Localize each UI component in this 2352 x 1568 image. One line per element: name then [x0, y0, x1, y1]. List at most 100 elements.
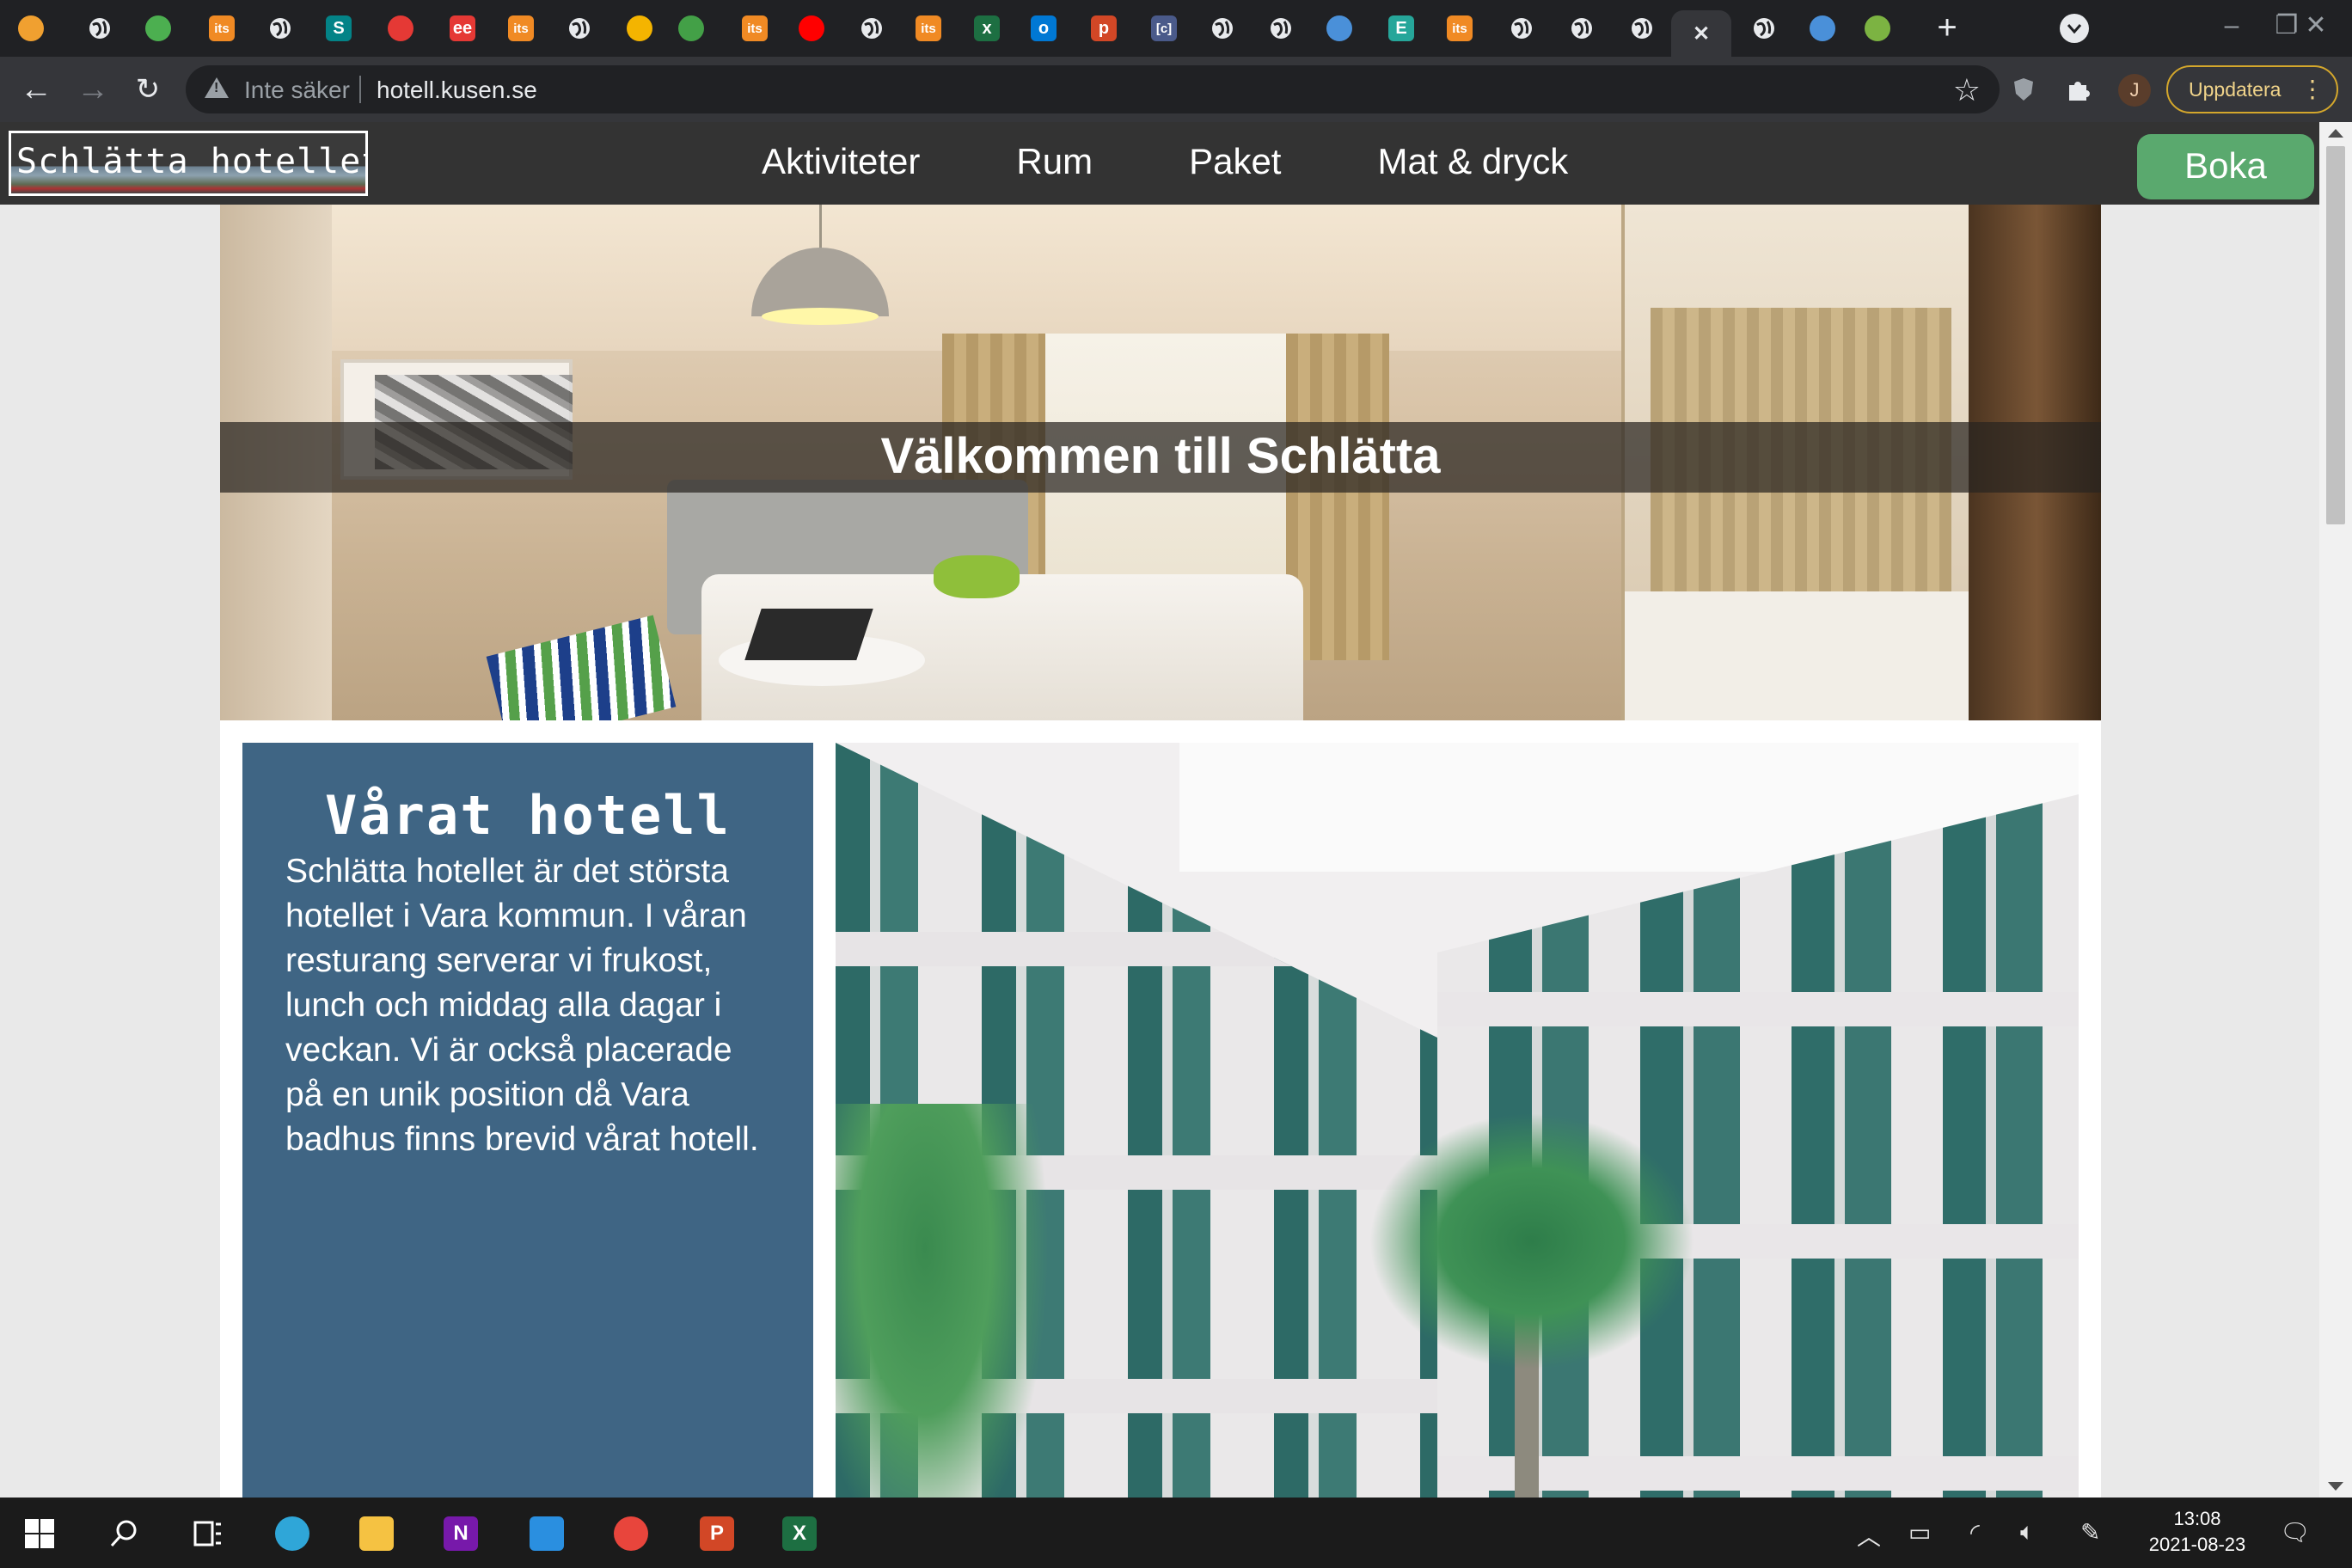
browser-tab[interactable]: its — [193, 10, 251, 46]
edge-icon-glyph — [275, 1516, 309, 1551]
browser-tab[interactable] — [662, 10, 720, 46]
browser-tab[interactable]: p — [1075, 10, 1133, 46]
browser-tab[interactable]: its — [726, 10, 784, 46]
battery-icon[interactable]: ▭ — [1908, 1518, 1931, 1547]
browser-tab[interactable] — [70, 10, 129, 46]
globe-icon — [267, 15, 293, 41]
browser-tab[interactable]: E — [1372, 10, 1430, 46]
browser-tab[interactable]: x — [958, 10, 1016, 46]
shield-extension-icon[interactable] — [2006, 72, 2041, 107]
reload-button[interactable]: ↻ — [129, 70, 167, 108]
pen-icon[interactable]: ✎ — [2080, 1518, 2100, 1547]
powerpoint-icon[interactable]: P — [696, 1513, 738, 1554]
site-logo[interactable]: Schlätta hotellet — [9, 131, 368, 196]
back-button[interactable]: ← — [17, 70, 55, 108]
nav-link-paket[interactable]: Paket — [1189, 122, 1281, 205]
wifi-icon[interactable]: ◜ — [1970, 1518, 1980, 1547]
page-scrollbar[interactable] — [2319, 122, 2352, 1498]
address-bar[interactable]: Inte säker hotell.kusen.se ☆ — [186, 65, 2000, 113]
powerpoint-icon: p — [1091, 15, 1117, 41]
browser-tab[interactable]: o — [1014, 10, 1073, 46]
browser-tab[interactable] — [1492, 10, 1551, 46]
nav-link-aktiviteter[interactable]: Aktiviteter — [762, 122, 920, 205]
browser-tab[interactable] — [129, 10, 187, 46]
scroll-up-arrow[interactable] — [2328, 129, 2343, 138]
check-icon — [1810, 15, 1835, 41]
url-text[interactable]: hotell.kusen.se — [377, 77, 537, 104]
system-clock[interactable]: 13:08 2021-08-23 — [2128, 1506, 2266, 1558]
e-icon: E — [1388, 15, 1414, 41]
security-label: Inte säker — [244, 77, 350, 103]
browser-tab[interactable]: its — [899, 10, 958, 46]
browser-tab[interactable] — [550, 10, 609, 46]
its-icon: its — [1447, 15, 1473, 41]
browser-tab[interactable]: [c] — [1135, 10, 1193, 46]
onenote-icon[interactable]: N — [440, 1513, 481, 1554]
browser-tab[interactable] — [251, 10, 309, 46]
browser-tab[interactable] — [842, 10, 901, 46]
browser-tab[interactable] — [1793, 10, 1852, 46]
browser-tab-strip: its See its its its x o p [c] Eits ✕ + – ❐ ✕ — [0, 0, 2352, 57]
redbadge-icon — [388, 15, 413, 41]
warning-icon — [205, 77, 229, 98]
its-icon: its — [209, 15, 235, 41]
profile-avatar[interactable]: J — [2118, 74, 2151, 107]
browser-tab[interactable] — [371, 10, 430, 46]
close-window-button[interactable]: ✕ — [2280, 7, 2352, 45]
scroll-down-arrow[interactable] — [2328, 1482, 2343, 1491]
browser-tab[interactable] — [1848, 10, 1907, 46]
book-button[interactable]: Boka — [2137, 134, 2314, 199]
globe-icon — [1268, 15, 1294, 41]
browser-tab[interactable] — [782, 10, 841, 46]
pinwheel-icon — [145, 15, 171, 41]
about-heading: Vårat hotell — [325, 784, 731, 847]
file-explorer-icon[interactable] — [356, 1513, 397, 1554]
chrome-icon[interactable] — [610, 1513, 652, 1554]
browser-tab[interactable]: ee — [433, 10, 492, 46]
excel-icon[interactable]: X — [779, 1513, 820, 1554]
chevron-down-icon — [2067, 24, 2082, 34]
browser-tab[interactable] — [1735, 10, 1793, 46]
image-icon — [678, 15, 704, 41]
browser-tab[interactable] — [1310, 10, 1369, 46]
nav-link-mat-dryck[interactable]: Mat & dryck — [1377, 122, 1568, 205]
browser-tab[interactable]: its — [1430, 10, 1489, 46]
logo-text: Schlätta hotellet — [16, 142, 368, 181]
browser-tab[interactable]: its — [492, 10, 550, 46]
new-tab-button[interactable]: + — [1926, 10, 1969, 46]
ee-icon: ee — [450, 15, 475, 41]
feather-icon — [1865, 15, 1890, 41]
scroll-thumb[interactable] — [2326, 146, 2345, 524]
browser-tab[interactable] — [1252, 10, 1310, 46]
notifications-icon[interactable]: 🗨︎ — [2280, 1518, 2311, 1547]
browser-tab[interactable] — [610, 10, 669, 46]
onenote-icon-glyph: N — [444, 1516, 478, 1551]
forward-button[interactable]: → — [74, 70, 112, 108]
browser-tab[interactable]: ✕ — [1671, 10, 1731, 57]
globe-icon — [859, 15, 885, 41]
extensions-puzzle-icon[interactable] — [2061, 72, 2096, 107]
browser-tab[interactable] — [2, 10, 60, 46]
edge-icon[interactable] — [272, 1513, 313, 1554]
tab-search-button[interactable] — [2060, 14, 2089, 43]
bookmark-star-icon[interactable]: ☆ — [1953, 72, 1981, 108]
volume-icon[interactable]: 🔈︎ — [2020, 1518, 2035, 1547]
vscode-icon[interactable] — [526, 1513, 567, 1554]
globe-icon — [1569, 15, 1595, 41]
update-button[interactable]: Uppdatera ⋮ — [2166, 65, 2338, 113]
globe-icon — [1210, 15, 1235, 41]
browser-tab[interactable] — [1613, 10, 1671, 46]
its-icon: its — [916, 15, 941, 41]
browser-tab[interactable] — [1193, 10, 1252, 46]
tray-chevron-icon[interactable]: ︿ — [1857, 1518, 1881, 1553]
nav-link-rum[interactable]: Rum — [1016, 122, 1093, 205]
outlook-icon: o — [1031, 15, 1057, 41]
task-view-icon[interactable] — [187, 1513, 229, 1554]
windows-start-icon[interactable] — [19, 1513, 60, 1554]
youtube-icon — [799, 15, 824, 41]
browser-tab[interactable]: S — [309, 10, 368, 46]
close-icon: ✕ — [1692, 21, 1711, 46]
excel-icon: x — [974, 15, 1000, 41]
browser-tab[interactable] — [1553, 10, 1611, 46]
search-icon[interactable] — [103, 1513, 144, 1554]
